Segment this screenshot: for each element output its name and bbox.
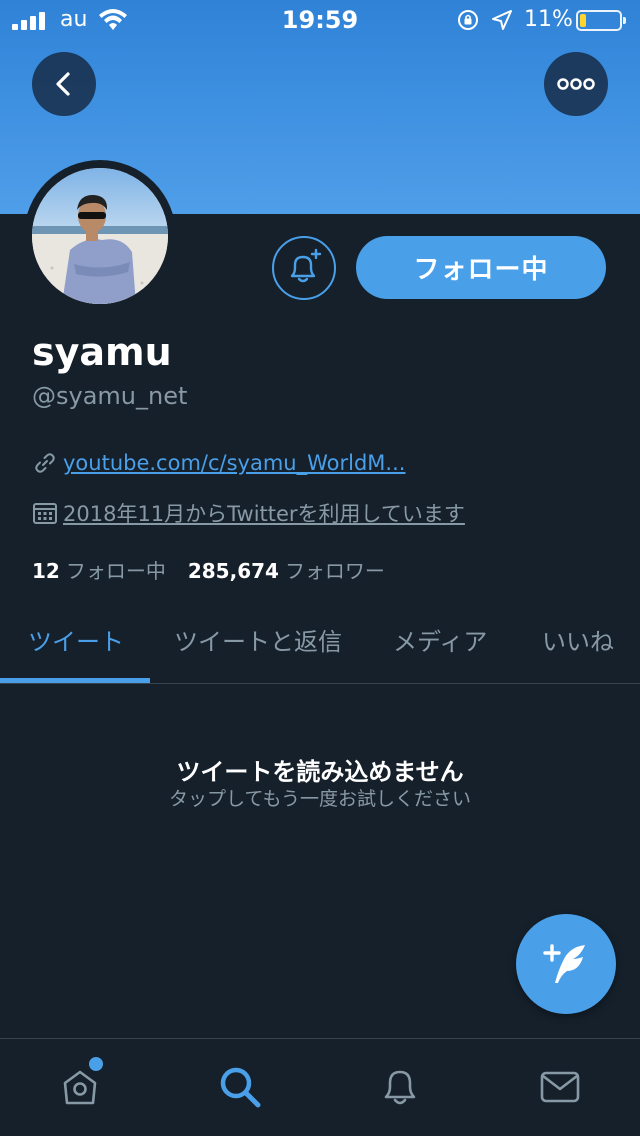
following-count[interactable]: 12: [32, 559, 60, 583]
following-button[interactable]: フォロー中: [356, 236, 606, 299]
profile-handle: @syamu_net: [32, 382, 188, 410]
profile-website-link[interactable]: youtube.com/c/syamu_WorldM...: [63, 451, 405, 475]
nav-notifications[interactable]: [376, 1063, 424, 1111]
more-options-button[interactable]: [544, 52, 608, 116]
back-button[interactable]: [32, 52, 96, 116]
chevron-left-icon: [56, 72, 70, 96]
battery-icon: [576, 10, 626, 31]
battery-percent: 11%: [524, 7, 573, 32]
link-icon: [35, 453, 55, 473]
home-icon: [63, 1070, 97, 1105]
compose-tweet-button[interactable]: [516, 914, 616, 1014]
active-tab-indicator: [0, 678, 150, 683]
nav-messages[interactable]: [536, 1063, 584, 1111]
followers-count[interactable]: 285,674: [188, 559, 279, 583]
messages-icon: [540, 1071, 580, 1103]
profile-tabs: ツイート ツイートと返信 メディア いいね: [0, 600, 640, 684]
nav-search[interactable]: [216, 1063, 264, 1111]
profile-name: syamu: [32, 330, 172, 374]
compose-tweet-icon: [543, 944, 585, 983]
followers-label[interactable]: フォロワー: [285, 555, 385, 584]
timeline-error-title[interactable]: ツイートを読み込めません: [0, 752, 640, 787]
timeline-error-subtitle[interactable]: タップしてもう一度お試しください: [0, 784, 640, 811]
notifications-icon: [384, 1070, 416, 1105]
status-bar: au 19:59 11%: [0, 0, 640, 42]
search-icon: [220, 1067, 261, 1108]
profile-stats: 12 フォロー中 285,674 フォロワー: [32, 555, 407, 584]
location-arrow-icon: [492, 10, 512, 30]
avatar-frame[interactable]: [24, 160, 176, 312]
nav-home[interactable]: [56, 1057, 104, 1111]
tab-tweets-and-replies[interactable]: ツイートと返信: [174, 622, 342, 657]
tab-tweets[interactable]: ツイート: [28, 622, 124, 657]
bottom-navigation-bar: [0, 1038, 640, 1136]
bell-plus-icon: [290, 248, 322, 283]
tab-media[interactable]: メディア: [393, 622, 487, 657]
profile-website-row: youtube.com/c/syamu_WorldM...: [32, 450, 405, 476]
notifications-toggle-button[interactable]: [272, 236, 336, 300]
profile-join-date-row: 2018年11月からTwitterを利用しています: [32, 498, 465, 528]
orientation-lock-icon: [458, 10, 478, 30]
avatar[interactable]: [32, 168, 168, 304]
calendar-icon: [33, 503, 57, 524]
home-notification-dot: [89, 1057, 103, 1071]
more-horizontal-icon: [557, 78, 595, 90]
following-label[interactable]: フォロー中: [66, 555, 166, 584]
profile-join-date: 2018年11月からTwitterを利用しています: [63, 502, 465, 526]
avatar-photo: [32, 168, 168, 304]
tab-likes[interactable]: いいね: [542, 622, 614, 657]
